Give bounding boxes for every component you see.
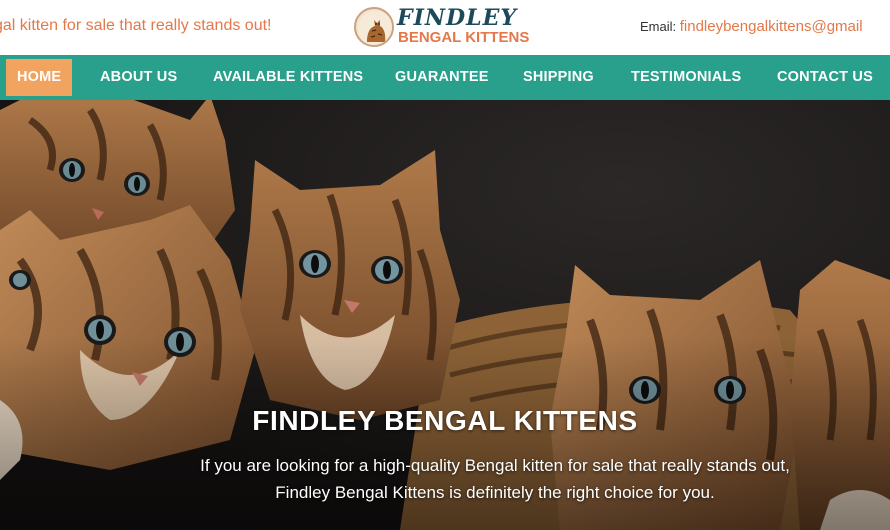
email-link[interactable]: findleybengalkittens@gmail bbox=[680, 18, 863, 35]
hero-title: FINDLEY BENGAL KITTENS bbox=[252, 405, 638, 436]
email-label: Email: bbox=[640, 19, 680, 34]
email-contact: Email: findleybengalkittens@gmail bbox=[640, 18, 863, 35]
nav-shipping[interactable]: SHIPPING bbox=[523, 55, 594, 100]
nav-guarantee[interactable]: GUARANTEE bbox=[395, 55, 489, 100]
nav-available-kittens[interactable]: AVAILABLE KITTENS bbox=[213, 55, 363, 100]
nav-contact-us[interactable]: CONTACT US bbox=[777, 55, 873, 100]
hero-section: FINDLEY BENGAL KITTENS If you are lookin… bbox=[0, 100, 890, 530]
site-logo[interactable]: FINDLEY BENGAL KITTENS bbox=[354, 5, 539, 51]
top-bar: gal kitten for sale that really stands o… bbox=[0, 0, 890, 55]
nav-about-us[interactable]: ABOUT US bbox=[100, 55, 177, 100]
hero-description: If you are looking for a high-quality Be… bbox=[200, 456, 790, 502]
tagline: gal kitten for sale that really stands o… bbox=[0, 17, 272, 34]
nav-home[interactable]: HOME bbox=[6, 59, 73, 96]
nav-testimonials[interactable]: TESTIMONIALS bbox=[631, 55, 741, 100]
logo-title: FINDLEY bbox=[397, 5, 518, 31]
cat-logo-icon bbox=[354, 7, 394, 47]
logo-subtitle: BENGAL KITTENS bbox=[398, 29, 530, 46]
main-navigation: HOME ABOUT US AVAILABLE KITTENS GUARANTE… bbox=[0, 55, 890, 100]
